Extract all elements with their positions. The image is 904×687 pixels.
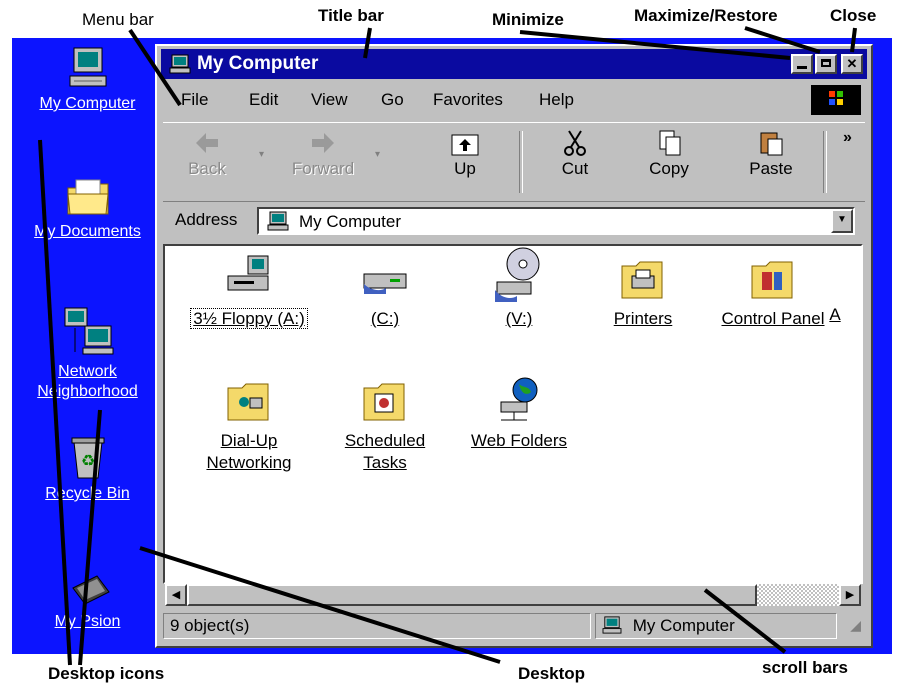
annotation-scroll-bars: scroll bars bbox=[762, 658, 848, 677]
annotation-title-bar: Title bar bbox=[318, 6, 384, 25]
annotation-desktop: Desktop bbox=[518, 664, 586, 683]
annotation-desktop-icons: Desktop icons bbox=[48, 664, 165, 683]
annotation-menu-bar: Menu bar bbox=[82, 10, 154, 29]
annotation-lines bbox=[38, 26, 857, 666]
annotation-close: Close bbox=[830, 6, 877, 25]
annotation-minimize: Minimize bbox=[492, 10, 564, 29]
annotation-maximize-restore: Maximize/Restore bbox=[634, 6, 778, 25]
